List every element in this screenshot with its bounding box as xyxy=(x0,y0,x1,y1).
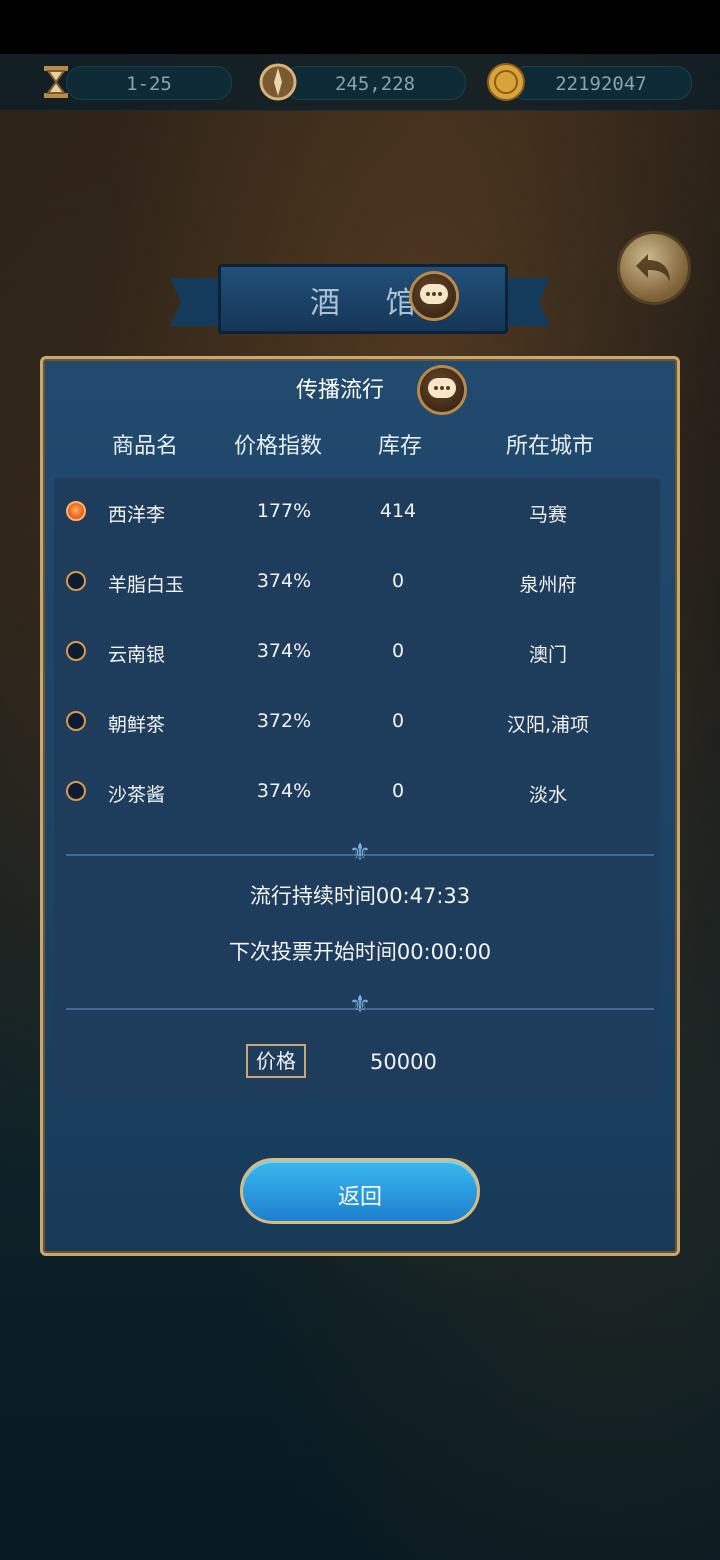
return-button-label: 返回 xyxy=(337,1185,382,1210)
row-name: 西洋李 xyxy=(108,504,166,526)
popularity-duration: 流行持续时间00:47:33 xyxy=(249,884,471,908)
row-name: 云南银 xyxy=(108,644,166,666)
row-name: 羊脂白玉 xyxy=(108,574,185,596)
column-header-stock: 库存 xyxy=(377,434,422,459)
compass-icon xyxy=(258,62,298,102)
gold-value: 22192047 xyxy=(555,73,647,95)
row-price-index: 374% xyxy=(256,780,312,802)
row-stock: 414 xyxy=(379,500,417,522)
row-stock: 0 xyxy=(391,640,405,662)
row-stock: 0 xyxy=(391,780,405,802)
panel-chat-icon[interactable] xyxy=(420,368,464,412)
system-status-bar xyxy=(0,0,720,54)
panel-title-text: 传播流行 xyxy=(295,378,384,403)
row-name: 沙茶酱 xyxy=(108,784,166,806)
hourglass-icon xyxy=(36,62,76,102)
chat-icon[interactable] xyxy=(412,274,456,318)
gold-coin-icon xyxy=(486,62,526,102)
row-price-index: 374% xyxy=(256,570,312,592)
divider-ornament-icon: ⚜ xyxy=(349,838,371,866)
row-radio[interactable] xyxy=(66,571,86,591)
row-radio[interactable] xyxy=(66,781,86,801)
back-button[interactable] xyxy=(620,234,688,302)
return-button[interactable]: 返回 xyxy=(240,1158,480,1224)
table-row[interactable]: 羊脂白玉 374% 0 泉州府 xyxy=(54,550,660,610)
back-arrow-icon xyxy=(636,254,670,282)
level-value: 1-25 xyxy=(126,73,172,95)
row-radio[interactable] xyxy=(66,641,86,661)
row-price-index: 374% xyxy=(256,640,312,662)
price-label: 价格 xyxy=(246,1044,306,1078)
column-header-name: 商品名 xyxy=(111,434,178,459)
table-row[interactable]: 云南银 374% 0 澳门 xyxy=(54,620,660,680)
row-city: 马赛 xyxy=(528,504,567,526)
level-resource: 1-25 xyxy=(66,66,232,100)
panel-title: 传播流行 xyxy=(0,372,720,404)
gold-resource: 22192047 xyxy=(510,66,692,100)
table-row[interactable]: 西洋李 177% 414 马赛 xyxy=(54,480,660,540)
compass-resource: 245,228 xyxy=(284,66,466,100)
row-stock: 0 xyxy=(391,570,405,592)
row-stock: 0 xyxy=(391,710,405,732)
table-row[interactable]: 沙茶酱 374% 0 淡水 xyxy=(54,760,660,820)
row-price-index: 177% xyxy=(256,500,312,522)
price-value: 50000 xyxy=(370,1050,437,1074)
tavern-banner: 酒 馆 xyxy=(170,264,550,336)
row-city: 澳门 xyxy=(528,644,567,666)
row-price-index: 372% xyxy=(256,710,312,732)
row-name: 朝鲜茶 xyxy=(108,714,166,736)
row-city: 淡水 xyxy=(528,784,567,806)
divider-ornament-icon: ⚜ xyxy=(349,990,371,1018)
column-header-city: 所在城市 xyxy=(505,434,594,459)
row-radio-selected[interactable] xyxy=(66,501,86,521)
compass-value: 245,228 xyxy=(334,73,416,95)
resource-bar: 1-25 245,228 22192047 xyxy=(0,54,720,111)
next-vote-time: 下次投票开始时间00:00:00 xyxy=(228,940,492,964)
row-city: 泉州府 xyxy=(519,574,577,596)
column-header-price-index: 价格指数 xyxy=(233,434,322,459)
table-row[interactable]: 朝鲜茶 372% 0 汉阳,浦项 xyxy=(54,690,660,750)
row-city: 汉阳,浦项 xyxy=(506,714,590,736)
row-radio[interactable] xyxy=(66,711,86,731)
